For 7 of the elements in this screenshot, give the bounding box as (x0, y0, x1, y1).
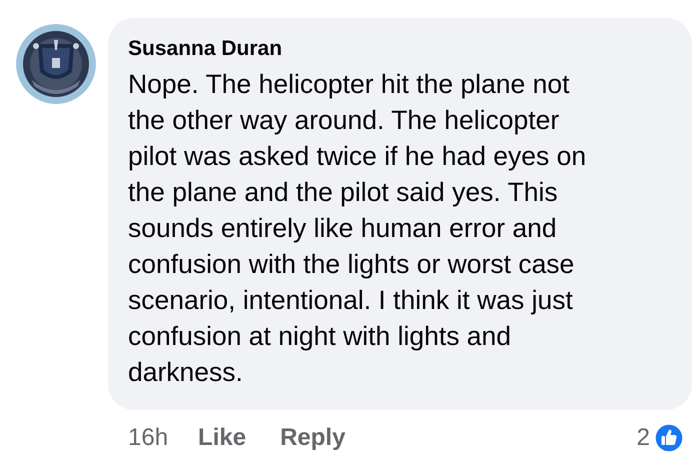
thumbs-up-icon (654, 423, 684, 453)
comment-text: Nope. The helicopter hit the plane not the other way around. The helicopter pilot was asked twice if he had eyes on the plane and the pilot said yes. This sounds entirely like human error and confusion with the lights or worst case scenario, intentional. I think it was just confusion at night with lights and darkness. (128, 68, 588, 389)
reply-link[interactable]: Reply (280, 420, 346, 456)
author-name[interactable]: Susanna Duran (128, 36, 680, 62)
like-link[interactable]: Like (198, 420, 246, 456)
comment-time: 16h (128, 423, 168, 453)
reaction-count[interactable]: 2 (636, 420, 650, 456)
